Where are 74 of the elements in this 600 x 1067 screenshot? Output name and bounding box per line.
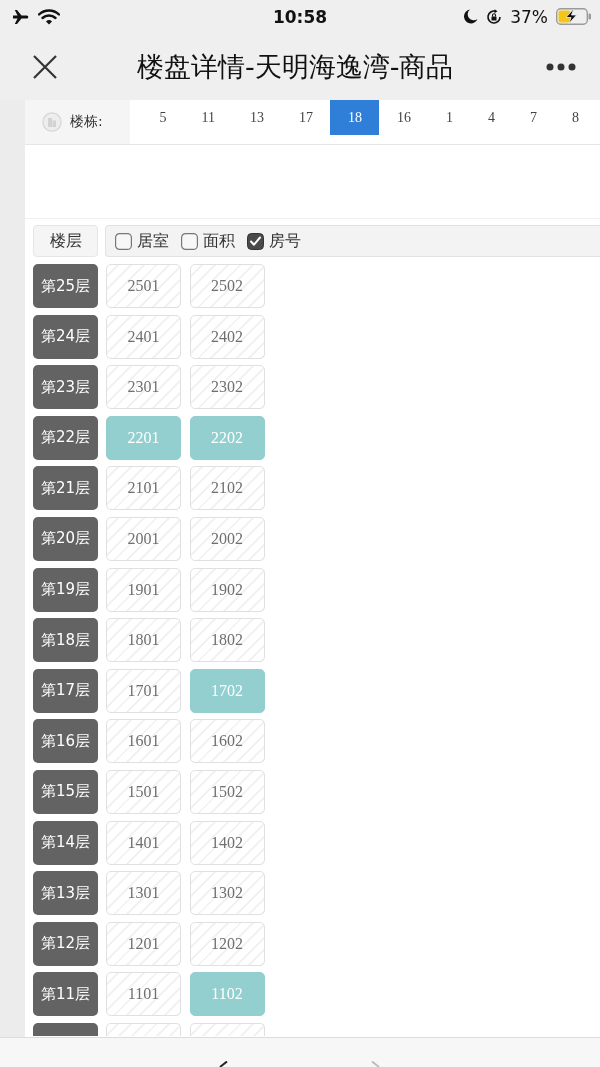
floor-label: 第23层 (33, 365, 98, 410)
building-tab[interactable]: 7 (512, 100, 555, 135)
filter-label[interactable]: 面积 (203, 230, 235, 252)
unit-cell[interactable]: 2002 (189, 516, 265, 561)
unit-cell[interactable] (189, 1022, 265, 1036)
unit-cell[interactable]: 2001 (106, 516, 181, 561)
checkbox[interactable] (115, 232, 132, 250)
building-tab[interactable]: 18 (330, 100, 380, 135)
floor-label: 第13层 (33, 871, 98, 916)
unit-cell[interactable]: 1202 (189, 921, 265, 966)
floor-label (33, 1022, 98, 1036)
back-icon[interactable] (218, 1061, 228, 1067)
unit-cell[interactable]: 1602 (189, 719, 265, 764)
airplane-icon (12, 8, 30, 25)
unit-cell[interactable]: 2502 (189, 264, 265, 308)
floor-label: 第16层 (33, 719, 98, 764)
building-tab[interactable]: 1 (428, 100, 471, 135)
rotation-lock-icon (486, 8, 503, 25)
unit-cell[interactable]: 1802 (189, 618, 265, 663)
filter-label[interactable]: 房号 (269, 230, 301, 252)
unit-cell[interactable]: 1101 (106, 972, 181, 1017)
unit-cell[interactable]: 2301 (106, 365, 181, 410)
building-icon (42, 112, 62, 132)
unit-cell[interactable] (106, 1022, 181, 1036)
floor-label: 第15层 (33, 769, 98, 814)
building-tab[interactable]: 17 (281, 100, 331, 135)
close-icon[interactable] (33, 54, 57, 79)
floor-label: 第22层 (33, 415, 98, 460)
unit-cell[interactable]: 1401 (106, 820, 181, 865)
floor-label: 第12层 (33, 921, 98, 966)
unit-cell[interactable]: 1601 (106, 719, 181, 764)
unit-cell[interactable]: 1201 (106, 921, 181, 966)
floor-button[interactable]: 楼层 (33, 225, 98, 257)
unit-cell[interactable]: 1302 (189, 871, 265, 916)
floor-label: 第21层 (33, 466, 98, 511)
battery-charging-icon (556, 8, 592, 25)
floor-label: 第11层 (33, 972, 98, 1017)
floor-label: 第18层 (33, 618, 98, 663)
unit-cell[interactable]: 2401 (106, 314, 181, 359)
floor-label: 第24层 (33, 314, 98, 359)
filter-label[interactable]: 居室 (137, 230, 169, 252)
unit-cell[interactable]: 1501 (106, 769, 181, 814)
floor-label: 第17层 (33, 668, 98, 713)
unit-cell[interactable]: 1801 (106, 618, 181, 663)
unit-cell[interactable]: 2501 (106, 264, 181, 308)
building-tab[interactable]: 11 (184, 100, 233, 135)
unit-cell[interactable]: 2102 (189, 466, 265, 511)
unit-cell[interactable]: 1901 (106, 567, 181, 612)
moon-icon (464, 9, 479, 24)
building-tab[interactable]: 8 (554, 100, 585, 135)
page-title: 楼盘详情-天明海逸湾-商品 (137, 49, 454, 84)
unit-cell[interactable]: 1701 (106, 668, 181, 713)
checkbox[interactable] (181, 232, 198, 250)
building-tab[interactable]: 4 (470, 100, 513, 135)
unit-cell[interactable]: 2402 (189, 314, 265, 359)
unit-cell[interactable]: 1402 (189, 820, 265, 865)
floor-label: 第14层 (33, 820, 98, 865)
more-icon[interactable] (546, 62, 576, 71)
unit-cell[interactable]: 2101 (106, 466, 181, 511)
floor-label: 第25层 (33, 264, 98, 308)
floor-label: 第19层 (33, 567, 98, 612)
unit-cell[interactable]: 1502 (189, 769, 265, 814)
floor-label: 第20层 (33, 516, 98, 561)
unit-cell[interactable]: 1301 (106, 871, 181, 916)
building-tab[interactable]: 13 (232, 100, 282, 135)
status-time: 10:58 (272, 6, 328, 27)
unit-cell[interactable]: 2302 (189, 365, 265, 410)
building-label: 楼栋: (70, 113, 103, 131)
wifi-icon (38, 8, 60, 25)
battery-percent: 37% (510, 6, 548, 27)
building-tab[interactable]: 5 (142, 100, 184, 135)
checkbox[interactable] (247, 232, 264, 250)
building-tab[interactable]: 16 (379, 100, 429, 135)
unit-cell[interactable]: 1902 (189, 567, 265, 612)
